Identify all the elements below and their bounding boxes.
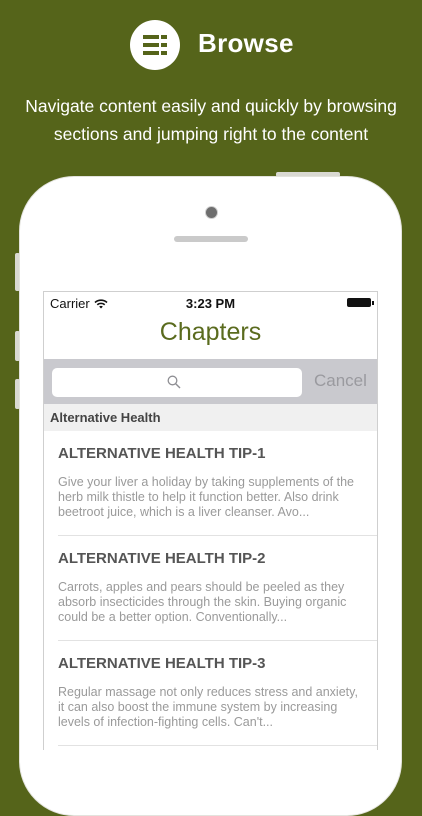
- page-title: Browse: [198, 28, 294, 58]
- status-bar: Carrier 3:23 PM: [44, 292, 377, 314]
- list-item[interactable]: ALTERNATIVE HEALTH TIP-2 Carrots, apples…: [58, 536, 377, 641]
- battery-icon: [347, 298, 374, 307]
- camera-icon: [205, 206, 218, 219]
- speaker-grille: [174, 236, 248, 242]
- subtitle-line-2: sections and jumping right to the conten…: [53, 124, 369, 144]
- list-menu-icon: [130, 20, 180, 70]
- tip-title: ALTERNATIVE HEALTH TIP-1: [58, 445, 266, 462]
- tip-body: Carrots, apples and pears should be peel…: [58, 580, 347, 624]
- tip-body: Regular massage not only reduces stress …: [58, 685, 358, 729]
- tip-title: ALTERNATIVE HEALTH TIP-3: [58, 655, 266, 672]
- phone-screen: Carrier 3:23 PM Chapters Cancel Alternat…: [43, 291, 378, 750]
- tips-list: ALTERNATIVE HEALTH TIP-1 Give your liver…: [44, 431, 377, 746]
- search-bar: Cancel: [44, 359, 377, 404]
- tip-body: Give your liver a holiday by taking supp…: [58, 475, 354, 519]
- nav-title: Chapters: [159, 318, 262, 346]
- list-item[interactable]: ALTERNATIVE HEALTH TIP-1 Give your liver…: [58, 431, 377, 536]
- cancel-button[interactable]: Cancel: [314, 371, 367, 391]
- search-input[interactable]: [52, 368, 302, 397]
- subtitle-line-1: Navigate content easily and quickly by b…: [25, 96, 397, 116]
- section-header: Alternative Health: [44, 404, 377, 431]
- tip-title: ALTERNATIVE HEALTH TIP-2: [58, 550, 266, 567]
- status-time: 3:23 PM: [185, 296, 236, 311]
- page-subtitle: Navigate content easily and quickly by b…: [0, 92, 422, 148]
- list-item[interactable]: ALTERNATIVE HEALTH TIP-3 Regular massage…: [58, 641, 377, 746]
- search-field[interactable]: [52, 368, 302, 397]
